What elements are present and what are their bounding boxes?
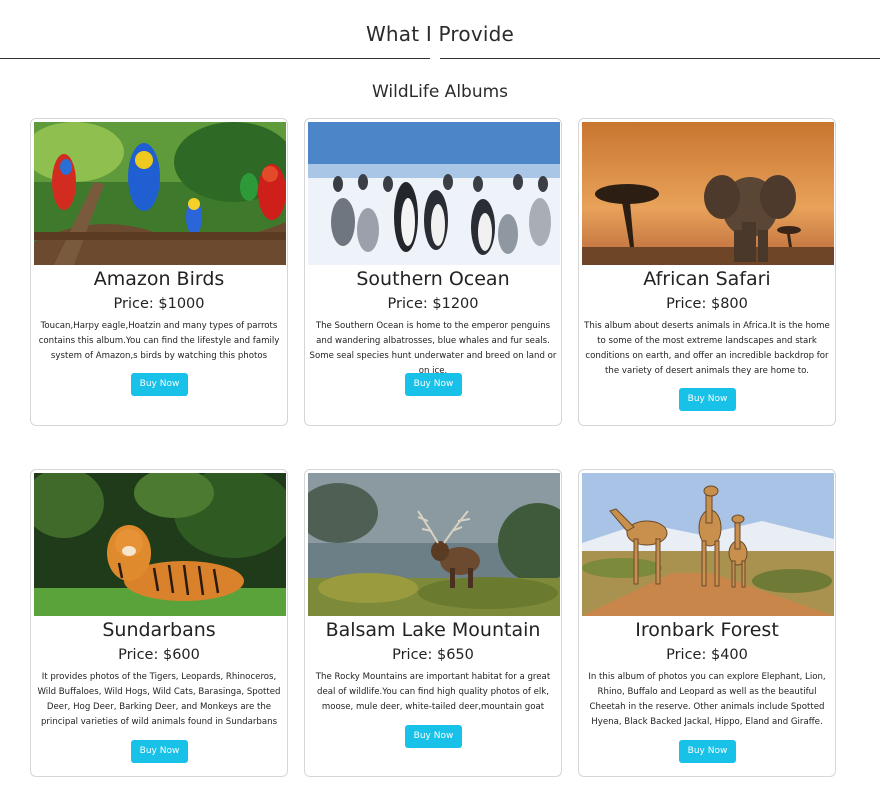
album-title: Southern Ocean xyxy=(356,268,510,290)
giraffes-photo xyxy=(582,473,834,616)
penguins-photo xyxy=(308,122,560,265)
album-price: Price: $400 xyxy=(666,647,748,663)
elephant-sunset-photo xyxy=(582,122,834,265)
album-title: Ironbark Forest xyxy=(635,619,779,641)
album-card: African Safari Price: $800 This album ab… xyxy=(578,118,836,426)
album-image xyxy=(582,473,834,616)
elk-photo xyxy=(308,473,560,616)
tiger-photo xyxy=(34,473,286,616)
album-image xyxy=(34,473,286,616)
album-title: Amazon Birds xyxy=(93,268,225,290)
album-price: Price: $1200 xyxy=(387,296,479,312)
album-title: Balsam Lake Mountain xyxy=(325,619,541,641)
album-card: Southern Ocean Price: $1200 The Southern… xyxy=(304,118,562,426)
album-title: Sundarbans xyxy=(102,619,216,641)
album-image xyxy=(34,122,286,265)
album-card: Ironbark Forest Price: $400 In this albu… xyxy=(578,469,836,777)
title-divider-left xyxy=(0,58,430,59)
album-price: Price: $1000 xyxy=(113,296,205,312)
album-description: The Rocky Mountains are important habita… xyxy=(315,672,551,712)
album-description: This album about deserts animals in Afri… xyxy=(584,321,830,376)
buy-now-button[interactable]: Buy Now xyxy=(405,373,462,396)
album-description: It provides photos of the Tigers, Leopar… xyxy=(37,672,281,727)
buy-now-button[interactable]: Buy Now xyxy=(131,373,188,396)
albums-subtitle: WildLife Albums xyxy=(371,82,509,102)
album-image xyxy=(308,122,560,265)
title-divider-right xyxy=(440,58,880,59)
buy-now-button[interactable]: Buy Now xyxy=(679,388,736,411)
album-price: Price: $650 xyxy=(392,647,474,663)
album-card: Balsam Lake Mountain Price: $650 The Roc… xyxy=(304,469,562,777)
album-price: Price: $800 xyxy=(666,296,748,312)
album-description: Toucan,Harpy eagle,Hoatzin and many type… xyxy=(38,321,280,361)
album-card: Amazon Birds Price: $1000 Toucan,Harpy e… xyxy=(30,118,288,426)
album-description: The Southern Ocean is home to the empero… xyxy=(309,321,557,376)
buy-now-button[interactable]: Buy Now xyxy=(131,740,188,763)
album-price: Price: $600 xyxy=(118,647,200,663)
album-title: African Safari xyxy=(643,268,771,290)
album-card: Sundarbans Price: $600 It provides photo… xyxy=(30,469,288,777)
parrots-photo xyxy=(34,122,286,265)
album-image xyxy=(308,473,560,616)
buy-now-button[interactable]: Buy Now xyxy=(405,725,462,748)
buy-now-button[interactable]: Buy Now xyxy=(679,740,736,763)
album-description: In this album of photos you can explore … xyxy=(588,672,826,727)
album-image xyxy=(582,122,834,265)
section-title: What I Provide xyxy=(365,22,515,46)
